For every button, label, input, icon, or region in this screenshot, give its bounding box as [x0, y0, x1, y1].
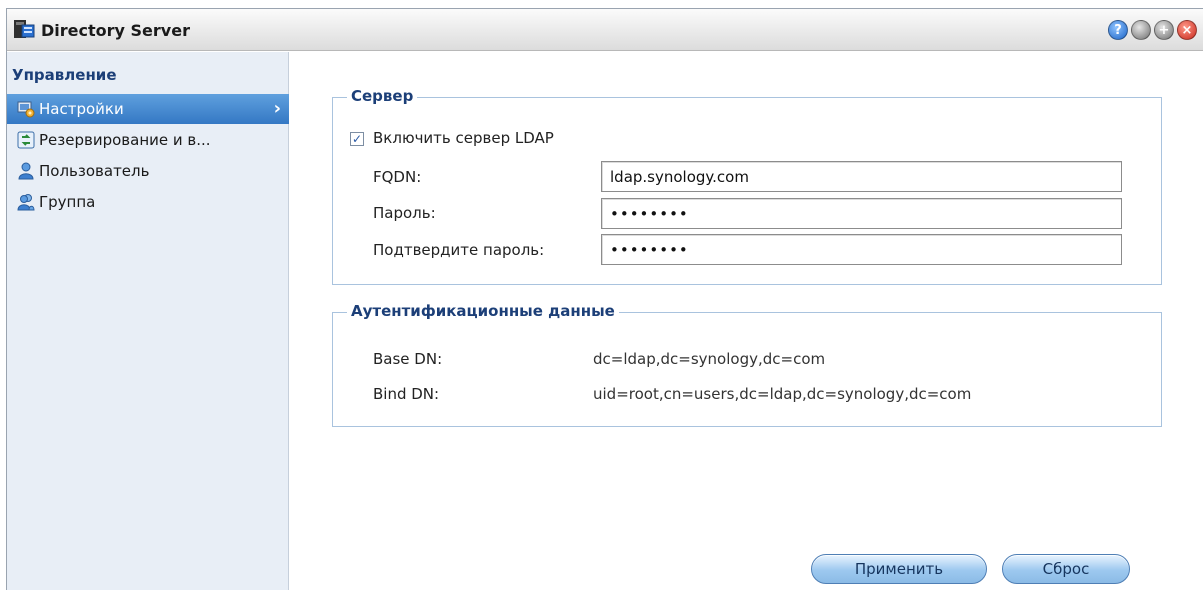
fqdn-label: FQDN: [373, 168, 422, 186]
password-label: Пароль: [373, 204, 436, 222]
sidebar-item-label: Пользователь [39, 162, 150, 180]
sidebar-item-settings[interactable]: Настройки › [7, 94, 289, 124]
help-glyph: ? [1114, 22, 1122, 38]
sidebar-item-label: Настройки [39, 100, 124, 118]
directory-server-icon [14, 20, 35, 38]
auth-group: Аутентификационные данные Base DN: dc=ld… [332, 302, 1162, 427]
server-legend: Сервер [347, 87, 418, 105]
sidebar-item-label: Резервирование и в... [39, 131, 211, 149]
base-dn-label: Base DN: [373, 350, 443, 368]
main-content: Сервер ✓ Включить сервер LDAP FQDN: Паро… [290, 52, 1203, 590]
server-group: Сервер ✓ Включить сервер LDAP FQDN: Паро… [332, 87, 1162, 285]
confirm-password-label: Подтвердите пароль: [373, 241, 545, 259]
window-controls: ? + × [1108, 20, 1197, 40]
base-dn-value: dc=ldap,dc=synology,dc=com [593, 350, 826, 368]
sidebar-item-group[interactable]: Группа [7, 187, 289, 217]
auth-legend: Аутентификационные данные [347, 302, 619, 320]
settings-icon [17, 101, 35, 118]
close-glyph: × [1181, 22, 1193, 38]
reset-button[interactable]: Сброс [1002, 554, 1130, 584]
user-icon [18, 162, 34, 180]
sidebar-item-user[interactable]: Пользователь [7, 156, 289, 186]
bind-dn-label: Bind DN: [373, 385, 440, 403]
enable-ldap-checkbox[interactable]: ✓ [350, 132, 364, 146]
bind-dn-value: uid=root,cn=users,dc=ldap,dc=synology,dc… [593, 385, 972, 403]
apply-button[interactable]: Применить [811, 554, 987, 584]
close-icon[interactable]: × [1177, 20, 1197, 40]
maximize-glyph: + [1158, 22, 1170, 38]
title-bar: Directory Server ? + × [7, 9, 1203, 51]
app-window: Directory Server ? + × Управление Настро… [6, 8, 1203, 590]
enable-ldap-label: Включить сервер LDAP [373, 129, 554, 147]
group-icon [17, 194, 35, 211]
maximize-icon[interactable]: + [1154, 20, 1174, 40]
sidebar: Управление Настройки › Резервирование и … [7, 52, 289, 590]
password-input[interactable] [601, 198, 1122, 229]
sidebar-item-backup[interactable]: Резервирование и в... [7, 125, 289, 155]
sidebar-item-label: Группа [39, 193, 96, 211]
help-icon[interactable]: ? [1108, 20, 1128, 40]
sidebar-heading: Управление [12, 66, 117, 84]
window-title: Directory Server [41, 21, 190, 40]
chevron-right-icon: › [273, 98, 281, 119]
minimize-icon[interactable] [1131, 20, 1151, 40]
confirm-password-input[interactable] [601, 234, 1122, 265]
fqdn-input[interactable] [601, 161, 1122, 192]
backup-icon [17, 131, 35, 149]
